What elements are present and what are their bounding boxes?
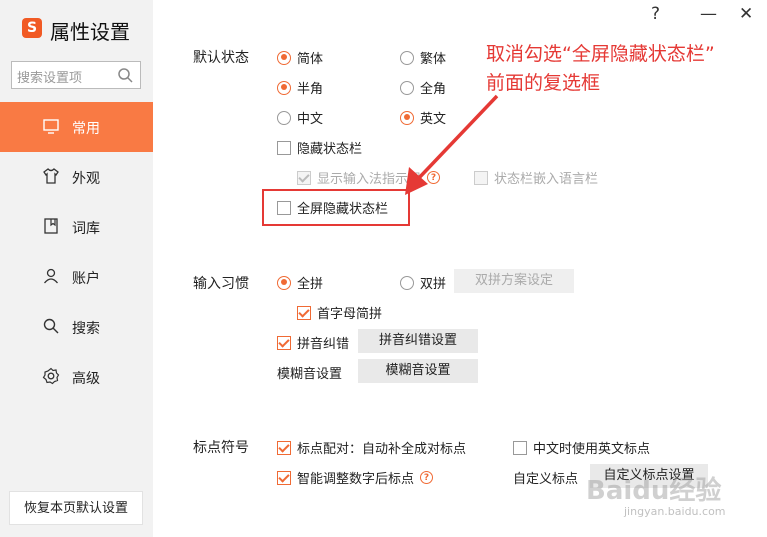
annotation-text: 取消勾选“全屏隐藏状态栏” 前面的复选框: [486, 40, 715, 98]
reset-defaults-button[interactable]: 恢复本页默认设置: [9, 491, 143, 525]
checkbox-embed-status-bar[interactable]: 状态栏嵌入语言栏: [474, 168, 598, 187]
shirt-icon: [43, 168, 59, 184]
help-icon[interactable]: ?: [427, 171, 441, 184]
radio-half-width[interactable]: 半角: [277, 78, 323, 97]
option-label: 隐藏状态栏: [297, 142, 363, 157]
option-label: 智能调整数字后标点: [297, 472, 415, 487]
annotation-line-2: 前面的复选框: [486, 72, 601, 94]
nav-label: 账户: [72, 271, 100, 287]
option-label: 中文: [297, 112, 324, 127]
checkbox-box[interactable]: [277, 470, 291, 485]
custom-punct-label: 自定义标点: [513, 468, 578, 487]
option-label: 半角: [297, 82, 324, 97]
section-title-input-habit: 输入习惯: [193, 276, 249, 292]
nav-label: 外观: [72, 171, 100, 187]
search-icon[interactable]: [117, 67, 133, 83]
checkbox-box[interactable]: [474, 170, 488, 185]
nav-item-account[interactable]: 账户: [0, 252, 153, 302]
radio-quanpin[interactable]: 全拼: [277, 273, 323, 292]
help-icon[interactable]: ?: [420, 471, 434, 484]
checkbox-box[interactable]: [297, 305, 311, 320]
radio-indicator[interactable]: [400, 110, 414, 125]
minimize-button[interactable]: —: [700, 4, 717, 24]
checkbox-english-punct[interactable]: 中文时使用英文标点: [513, 438, 650, 457]
checkbox-pinyin-correction[interactable]: 拼音纠错: [277, 333, 349, 352]
option-label: 繁体: [420, 52, 447, 67]
nav-item-search[interactable]: 搜索: [0, 302, 153, 352]
option-label: 状态栏嵌入语言栏: [494, 172, 599, 187]
fuzzy-sound-settings-button[interactable]: 模糊音设置: [358, 359, 478, 383]
section-title-punctuation: 标点符号: [193, 440, 249, 456]
nav-label: 高级: [72, 371, 100, 387]
option-label: 自定义标点: [513, 472, 579, 487]
radio-indicator[interactable]: [277, 80, 291, 95]
app-title: 属性设置: [50, 20, 130, 44]
radio-full-width[interactable]: 全角: [400, 78, 446, 97]
search-placeholder: 搜索设置项: [17, 71, 83, 86]
radio-chinese[interactable]: 中文: [277, 108, 323, 127]
checkbox-auto-pair[interactable]: 标点配对：自动补全成对标点: [277, 438, 466, 457]
checkbox-box[interactable]: [277, 440, 291, 455]
option-label: 显示输入法指示器: [317, 172, 422, 187]
radio-traditional[interactable]: 繁体: [400, 48, 446, 67]
nav-item-dictionary[interactable]: 词库: [0, 202, 153, 252]
radio-english[interactable]: 英文: [400, 108, 446, 127]
user-icon: [43, 268, 59, 284]
watermark-url: jingyan.baidu.com: [624, 505, 726, 518]
shuangpin-scheme-button[interactable]: 双拼方案设定: [454, 269, 574, 293]
option-label: 标点配对：自动补全成对标点: [297, 442, 467, 457]
nav-label: 常用: [72, 121, 100, 137]
checkbox-show-ime-indicator[interactable]: 显示输入法指示器?: [297, 168, 441, 187]
gear-icon: [42, 367, 60, 385]
search-input[interactable]: 搜索设置项: [11, 61, 141, 89]
nav-label: 词库: [72, 221, 100, 237]
option-label: 英文: [420, 112, 447, 127]
checkbox-box[interactable]: [513, 440, 527, 455]
option-label: 简体: [297, 52, 324, 67]
option-label: 中文时使用英文标点: [533, 442, 651, 457]
checkbox-box[interactable]: [277, 140, 291, 155]
checkbox-initial-abbrev[interactable]: 首字母简拼: [297, 303, 382, 322]
radio-indicator[interactable]: [400, 50, 414, 65]
watermark-logo: Baidu经验: [586, 476, 722, 506]
checkbox-hide-status-bar[interactable]: 隐藏状态栏: [277, 138, 362, 157]
radio-indicator[interactable]: [277, 50, 291, 65]
search-icon: [43, 318, 59, 334]
checkbox-box[interactable]: [277, 335, 291, 350]
option-label: 模糊音设置: [277, 367, 343, 382]
pinyin-correction-settings-button[interactable]: 拼音纠错设置: [358, 329, 478, 353]
section-title-default-state: 默认状态: [193, 50, 249, 66]
help-button[interactable]: ?: [651, 4, 660, 24]
highlight-box: [262, 189, 410, 226]
annotation-line-1: 取消勾选“全屏隐藏状态栏”: [486, 43, 715, 65]
monitor-icon: [43, 119, 59, 134]
option-label: 首字母简拼: [317, 307, 383, 322]
sogou-logo-icon: S: [22, 18, 42, 38]
checkbox-smart-adjust[interactable]: 智能调整数字后标点?: [277, 468, 434, 487]
checkbox-box[interactable]: [297, 170, 311, 185]
radio-indicator[interactable]: [400, 275, 414, 290]
fuzzy-sound-label: 模糊音设置: [277, 363, 342, 382]
radio-indicator[interactable]: [277, 275, 291, 290]
radio-indicator[interactable]: [277, 110, 291, 125]
option-label: 双拼: [420, 277, 447, 292]
sidebar: S 属性设置 搜索设置项 常用 外观 词库 账户 搜索 高级 恢复本页默认设置: [0, 0, 153, 537]
nav-label: 搜索: [72, 321, 100, 337]
close-button[interactable]: ✕: [739, 4, 753, 24]
nav-item-common[interactable]: 常用: [0, 102, 153, 152]
radio-shuangpin[interactable]: 双拼: [400, 273, 446, 292]
option-label: 全拼: [297, 277, 324, 292]
radio-simplified[interactable]: 简体: [277, 48, 323, 67]
radio-indicator[interactable]: [400, 80, 414, 95]
option-label: 全角: [420, 82, 447, 97]
option-label: 拼音纠错: [297, 337, 350, 352]
nav-item-advanced[interactable]: 高级: [0, 352, 153, 402]
book-icon: [44, 218, 58, 234]
nav-item-appearance[interactable]: 外观: [0, 152, 153, 202]
